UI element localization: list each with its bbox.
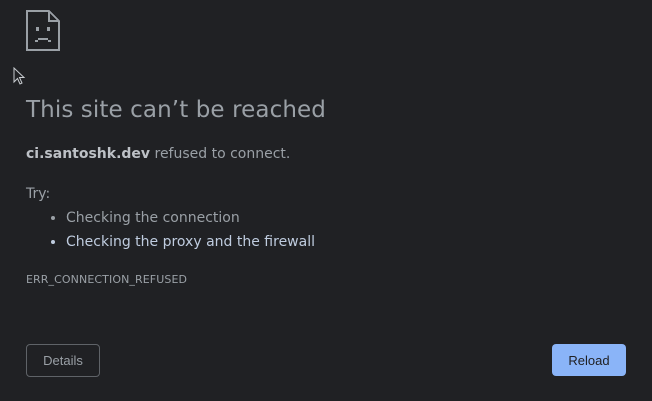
suggestions-list: Checking the connection Checking the pro… (26, 208, 315, 256)
page-title: This site can’t be reached (26, 97, 326, 123)
details-button[interactable]: Details (26, 344, 100, 377)
refused-suffix: refused to connect. (150, 146, 291, 162)
sad-page-icon (26, 10, 60, 51)
error-code: ERR_CONNECTION_REFUSED (26, 273, 188, 286)
try-label: Try: (26, 186, 51, 202)
suggestion-check-proxy-firewall-link[interactable]: Checking the proxy and the firewall (66, 232, 315, 256)
suggestion-check-connection: Checking the connection (66, 208, 315, 232)
host-name: ci.santoshk.dev (26, 146, 151, 162)
mouse-cursor-icon (13, 67, 26, 85)
refused-message: ci.santoshk.dev refused to connect. (26, 146, 290, 162)
reload-button[interactable]: Reload (552, 344, 626, 376)
